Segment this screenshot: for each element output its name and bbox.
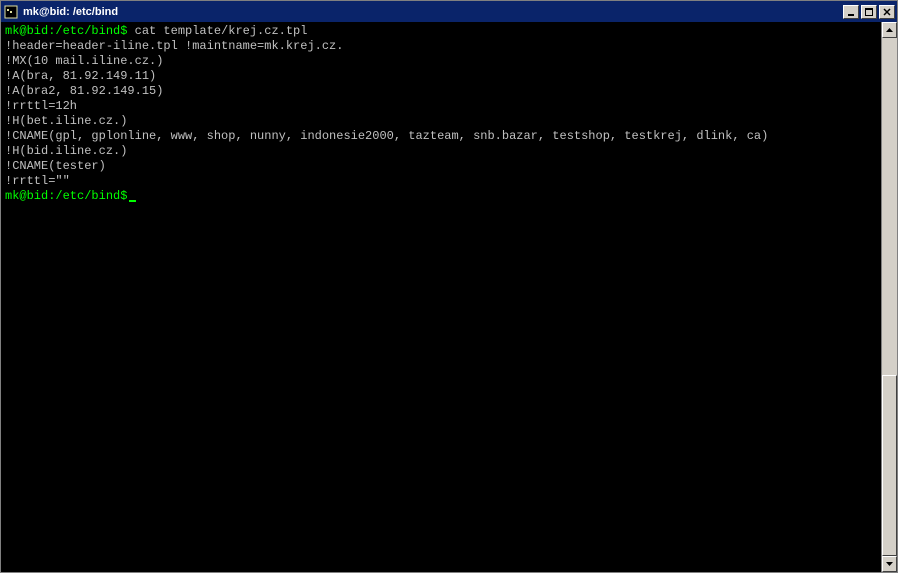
cursor	[129, 200, 136, 202]
scroll-thumb[interactable]	[882, 375, 897, 556]
output-line: !rrttl=12h	[5, 99, 877, 114]
output-line: !CNAME(gpl, gplonline, www, shop, nunny,…	[5, 129, 877, 144]
window-controls	[843, 5, 895, 19]
window-title: mk@bid: /etc/bind	[23, 6, 843, 18]
window-body: mk@bid:/etc/bind$ cat template/krej.cz.t…	[0, 22, 898, 573]
shell-prompt: mk@bid:/etc/bind$	[5, 24, 127, 38]
output-line: !A(bra2, 81.92.149.15)	[5, 84, 877, 99]
output-line: !CNAME(tester)	[5, 159, 877, 174]
output-line: !H(bid.iline.cz.)	[5, 144, 877, 159]
output-line: !header=header-iline.tpl !maintname=mk.k…	[5, 39, 877, 54]
shell-prompt: mk@bid:/etc/bind$	[5, 189, 127, 203]
scroll-track[interactable]	[882, 38, 897, 556]
output-line: !H(bet.iline.cz.)	[5, 114, 877, 129]
output-line: !MX(10 mail.iline.cz.)	[5, 54, 877, 69]
app-icon	[3, 4, 19, 20]
terminal-output[interactable]: mk@bid:/etc/bind$ cat template/krej.cz.t…	[1, 22, 881, 572]
window-titlebar[interactable]: mk@bid: /etc/bind	[0, 0, 898, 22]
output-line: !A(bra, 81.92.149.11)	[5, 69, 877, 84]
scroll-up-button[interactable]	[882, 22, 897, 38]
scroll-down-button[interactable]	[882, 556, 897, 572]
vertical-scrollbar[interactable]	[881, 22, 897, 572]
maximize-button[interactable]	[861, 5, 877, 19]
close-button[interactable]	[879, 5, 895, 19]
command-text: cat template/krej.cz.tpl	[127, 24, 307, 38]
output-line: !rrttl=""	[5, 174, 877, 189]
minimize-button[interactable]	[843, 5, 859, 19]
